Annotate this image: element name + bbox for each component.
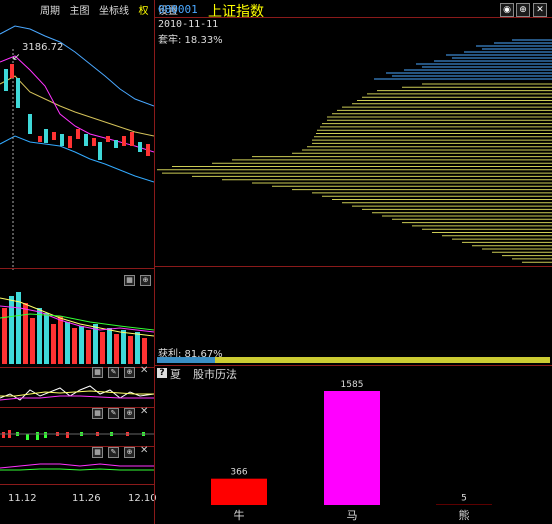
zoom-icon[interactable]: ⊕ bbox=[124, 447, 135, 458]
indicator-chart-2 bbox=[0, 430, 154, 440]
zoom-icon[interactable]: ⊕ bbox=[124, 367, 135, 378]
candles bbox=[4, 64, 150, 160]
tool-icon[interactable]: ✎ bbox=[108, 408, 119, 419]
history-bar-value: 5 bbox=[461, 494, 467, 504]
x-axis-label-3: 12.10 bbox=[128, 493, 157, 504]
divider bbox=[155, 266, 552, 267]
history-category-label: 熊 bbox=[459, 508, 470, 522]
zoom-icon[interactable]: ⊕ bbox=[140, 275, 151, 286]
volume-bars bbox=[2, 292, 147, 364]
panel-settings-icon[interactable]: ▦ bbox=[92, 447, 103, 458]
zoom-icon[interactable]: ⊕ bbox=[124, 408, 135, 419]
help-icon[interactable]: ? bbox=[157, 368, 167, 378]
refresh-icon[interactable]: ◉ bbox=[500, 3, 514, 17]
stock-code: 000001 bbox=[158, 3, 198, 16]
ma-line-blue bbox=[0, 25, 154, 107]
arrow-icon: ↙ bbox=[12, 52, 21, 63]
panel-settings-icon[interactable]: ▦ bbox=[92, 408, 103, 419]
tool-icon[interactable]: ✎ bbox=[108, 367, 119, 378]
macd-bars bbox=[2, 430, 145, 440]
volume-chart bbox=[0, 292, 154, 364]
profit-ratio-bar bbox=[157, 357, 550, 363]
close-icon[interactable]: ✕ bbox=[140, 446, 148, 456]
history-bar-chart: 366 牛 1585 马 5 熊 bbox=[211, 380, 492, 522]
panel-settings-icon[interactable]: ▦ bbox=[124, 275, 135, 286]
zoom-icon[interactable]: ⊕ bbox=[516, 3, 530, 17]
close-icon[interactable]: ✕ bbox=[140, 366, 148, 376]
divider bbox=[0, 268, 154, 269]
indicator-chart-3 bbox=[0, 463, 154, 471]
profit-ratio-fill bbox=[157, 357, 215, 363]
panel-settings-icon[interactable]: ▦ bbox=[92, 367, 103, 378]
x-axis-label-2: 11.26 bbox=[72, 493, 101, 504]
history-category-label: 牛 bbox=[234, 508, 245, 522]
indicator-chart-1 bbox=[0, 385, 154, 401]
tool-icon[interactable]: ✎ bbox=[108, 447, 119, 458]
history-bar bbox=[211, 478, 267, 505]
history-bar-value: 1585 bbox=[341, 380, 364, 390]
divider bbox=[0, 484, 154, 485]
close-icon[interactable]: ✕ bbox=[140, 407, 148, 417]
close-icon[interactable]: ✕ bbox=[533, 3, 547, 17]
high-price-marker: 3186.72 bbox=[22, 42, 64, 53]
history-bar-value: 366 bbox=[230, 468, 247, 478]
history-category-label: 马 bbox=[347, 509, 358, 522]
history-bar bbox=[324, 391, 380, 505]
x-axis-label-1: 11.12 bbox=[8, 493, 37, 504]
chip-distribution-chart[interactable] bbox=[155, 18, 552, 266]
